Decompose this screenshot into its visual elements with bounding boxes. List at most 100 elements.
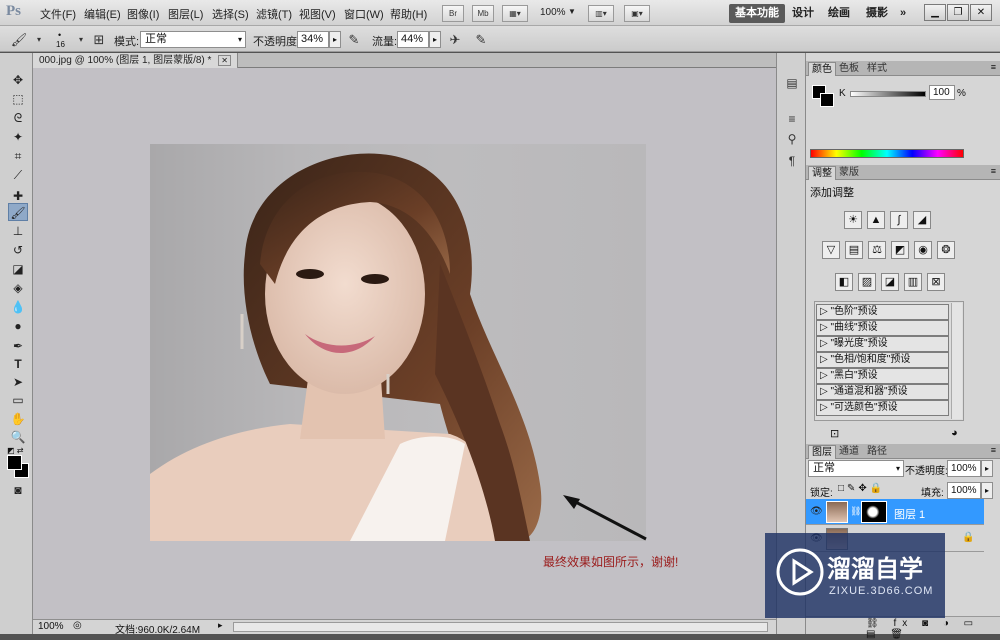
panel-menu-icon[interactable]: ≡ [991,62,996,72]
foreground-color-swatch[interactable] [7,455,22,470]
menu-help[interactable]: 帮助(H) [390,6,427,22]
close-icon[interactable]: ✕ [218,55,231,66]
gradient-map-icon[interactable]: ▥ [904,273,922,291]
lock-icons[interactable]: □✎✥🔒 [838,483,885,494]
menu-view[interactable]: 视图(V) [299,6,336,22]
photo-filter-icon[interactable]: ◉ [914,241,932,259]
workspace-painting[interactable]: 绘画 [822,4,856,23]
preset-hue-saturation[interactable]: ▷ "色相/饱和度"预设 [816,352,949,368]
eye-icon[interactable]: 👁 [810,506,823,517]
history-panel-icon[interactable]: ▤ [784,75,800,91]
shape-tool-icon[interactable]: ▭ [8,391,28,409]
default-colors-icon[interactable]: ◩ ⇄ [7,446,23,455]
magic-wand-tool-icon[interactable]: ✦ [8,128,28,146]
brightness-contrast-icon[interactable]: ☀ [844,211,862,229]
eraser-tool-icon[interactable]: ◪ [8,260,28,278]
workspace-essentials[interactable]: 基本功能 [729,4,785,23]
eyedropper-tool-icon[interactable]: ⟋ [8,166,28,184]
presets-scrollbar[interactable] [951,303,962,419]
posterize-icon[interactable]: ▨ [858,273,876,291]
workspace-design[interactable]: 设计 [786,4,820,23]
preset-selective-color[interactable]: ▷ "可选颜色"预设 [816,400,949,416]
canvas-area[interactable]: 最终效果如图所示，谢谢! [33,68,776,619]
menu-filter[interactable]: 滤镜(T) [256,6,292,22]
character-panel-icon[interactable]: ¶ [784,153,800,169]
opacity-input[interactable]: 34% [297,31,329,48]
chevron-down-icon[interactable]: ▼ [568,7,576,16]
mini-bridge-button[interactable]: Mb [472,5,494,22]
menu-image[interactable]: 图像(I) [127,6,159,22]
zoom-slider-icon[interactable]: ◎ [73,620,82,631]
flow-slider-toggle[interactable]: ▸ [429,31,441,48]
horizontal-scrollbar[interactable] [233,622,768,632]
chevron-down-icon[interactable]: ▾ [30,31,48,48]
blur-tool-icon[interactable]: 💧 [8,298,28,316]
vibrance-icon[interactable]: ▽ [822,241,840,259]
close-button[interactable]: ✕ [970,4,992,21]
layer-opacity-input[interactable]: 100% [947,460,981,477]
color-bg-swatch[interactable] [820,93,834,107]
arrange-documents-icon[interactable]: ▥▾ [588,5,614,22]
bridge-button[interactable]: Br [442,5,464,22]
pen-tool-icon[interactable]: ✒ [8,337,28,355]
mode-select[interactable]: 正常 ▾ [140,31,246,48]
dodge-tool-icon[interactable]: ● [8,317,28,335]
tab-adjustments[interactable]: 调整 [808,166,836,180]
k-slider[interactable] [850,91,926,97]
restore-button[interactable]: ❐ [947,4,969,21]
preset-black-white[interactable]: ▷ "黑白"预设 [816,368,949,384]
tablet-pressure-opacity-icon[interactable]: ✎ [345,31,363,48]
workspace-photography[interactable]: 摄影 [860,4,894,23]
screen-mode-icon[interactable]: ▣▾ [624,5,650,22]
panel-menu-icon[interactable]: ≡ [991,445,996,455]
channel-mixer-icon[interactable]: ❂ [937,241,955,259]
workspace-more[interactable]: » [894,4,912,23]
layer-name[interactable]: 图层 1 [894,506,925,522]
layer-row-active[interactable]: 👁 ⛓ 图层 1 [806,499,984,525]
minimize-button[interactable]: ▁ [924,4,946,21]
tab-channels[interactable]: 通道 [836,445,862,459]
brush-tool-icon[interactable]: 🖌 [8,203,28,221]
brush-tip-icon[interactable]: • [58,30,61,40]
brush-tool-preset-icon[interactable]: 🖌 [10,31,28,48]
clone-stamp-tool-icon[interactable]: ⊥ [8,222,28,240]
history-brush-tool-icon[interactable]: ↺ [8,241,28,259]
layer-mask-thumbnail[interactable] [861,501,887,523]
tab-paths[interactable]: 路径 [864,445,890,459]
document-tab[interactable]: 000.jpg @ 100% (图层 1, 图层蒙版/8) * ✕ [33,53,238,68]
blend-mode-select[interactable]: 正常 ▾ [808,460,904,477]
chain-link-icon[interactable]: ⛓ [850,506,861,517]
fill-slider-toggle[interactable]: ▸ [981,482,993,499]
flow-input[interactable]: 44% [397,31,429,48]
type-tool-icon[interactable]: T [8,355,28,373]
exposure-icon[interactable]: ◢ [913,211,931,229]
paint-bucket-tool-icon[interactable]: ◈ [8,279,28,297]
airbrush-icon[interactable]: ✈ [446,31,464,48]
document-image[interactable] [150,144,646,541]
status-menu-icon[interactable]: ▸ [218,620,223,631]
k-value-input[interactable]: 100 [929,85,955,100]
opacity-slider-toggle[interactable]: ▸ [329,31,341,48]
preset-exposure[interactable]: ▷ "曝光度"预设 [816,336,949,352]
tab-styles[interactable]: 样式 [864,62,890,76]
preset-curves[interactable]: ▷ "曲线"预设 [816,320,949,336]
selective-color-icon[interactable]: ⊠ [927,273,945,291]
menu-file[interactable]: 文件(F) [40,6,76,22]
color-balance-icon[interactable]: ⚖ [868,241,886,259]
threshold-icon[interactable]: ◪ [881,273,899,291]
chevron-down-icon[interactable]: ▾ [72,31,90,48]
tab-swatches[interactable]: 色板 [836,62,862,76]
crop-tool-icon[interactable]: ⌗ [8,147,28,165]
menu-select[interactable]: 选择(S) [212,6,249,22]
quick-mask-icon[interactable]: ◙ [8,481,28,499]
fill-input[interactable]: 100% [947,482,981,499]
brush-presets-icon[interactable]: ≡ [784,111,800,127]
path-selection-tool-icon[interactable]: ➤ [8,373,28,391]
layer-actions-icons[interactable]: ⛓ fx ◙ ◑ ▭ ▤ 🗑 [866,618,1000,640]
layer-opacity-slider-toggle[interactable]: ▸ [981,460,993,477]
zoom-field[interactable]: 100% [38,621,64,632]
clip-to-layer-icon[interactable]: ◕ [951,427,958,439]
view-extras-icon[interactable]: ▦▾ [502,5,528,22]
brush-panel-toggle-icon[interactable]: ⊞ [90,31,108,48]
preset-channel-mixer[interactable]: ▷ "通道混和器"预设 [816,384,949,400]
